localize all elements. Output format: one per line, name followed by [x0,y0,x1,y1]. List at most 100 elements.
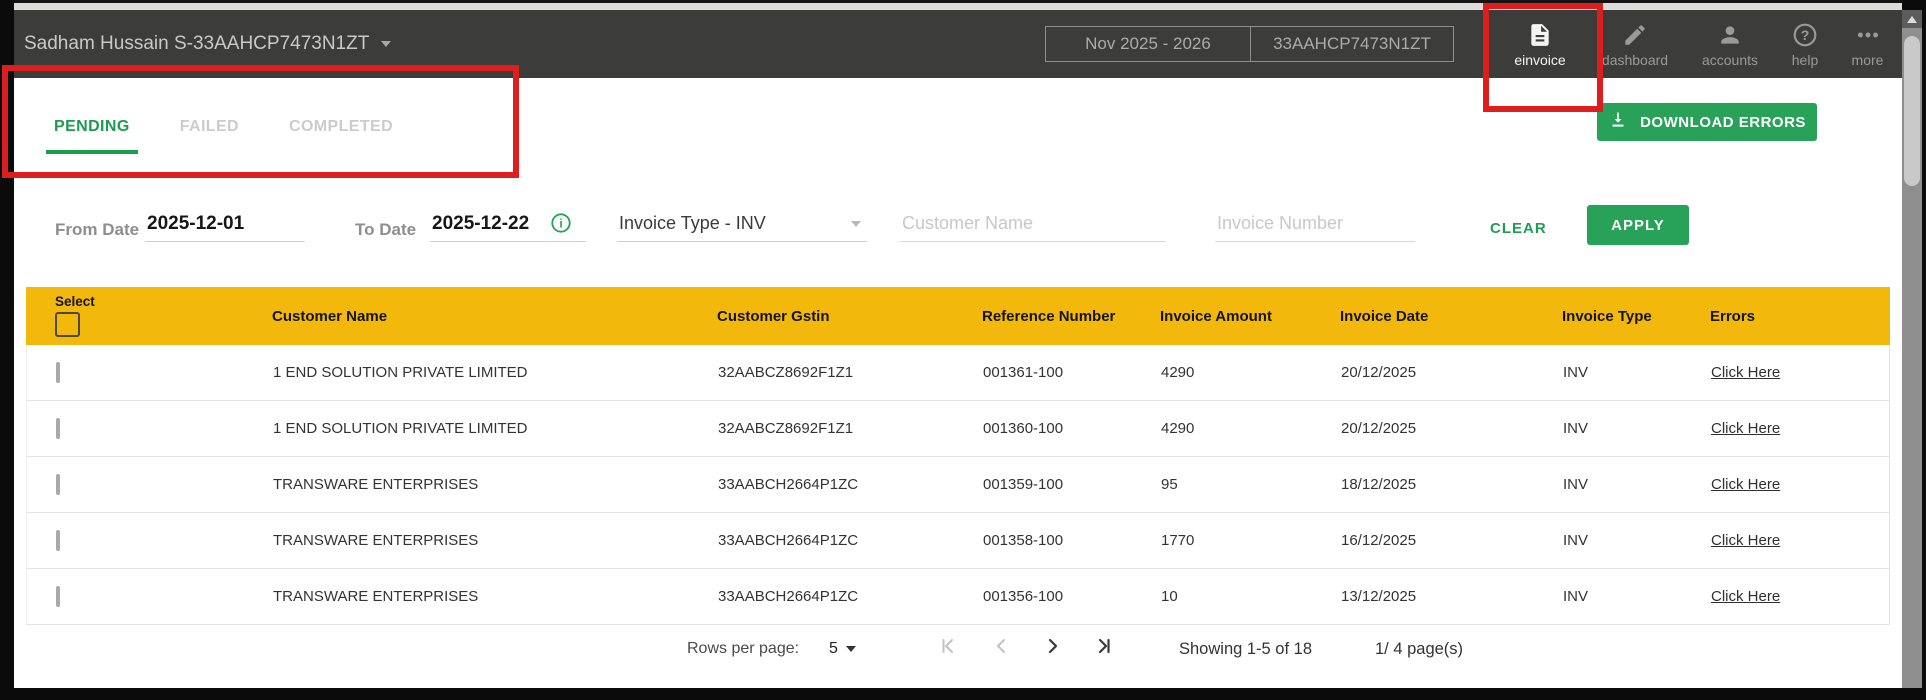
row-checkbox[interactable] [56,586,60,607]
column-header-invoice-type: Invoice Type [1562,307,1652,325]
from-date-input[interactable] [145,206,305,242]
cell-customer-name: TRANSWARE ENTERPRISES [273,588,479,605]
nav-label: dashboard [1601,52,1669,68]
tab-pending[interactable]: PENDING [46,118,138,154]
cell-reference-number: 001361-100 [983,364,1064,381]
chevron-down-icon [381,41,392,47]
first-page-button[interactable] [939,635,961,657]
cell-invoice-amount: 10 [1161,588,1178,605]
scroll-up-icon[interactable] [1902,10,1922,28]
cell-reference-number: 001358-100 [983,532,1064,549]
rows-per-page-value: 5 [829,640,838,657]
table-row: TRANSWARE ENTERPRISES 33AABCH2664P1ZC 00… [27,513,1889,569]
invoice-type-select[interactable]: Invoice Type - INV [617,206,867,242]
nav-label: help [1791,52,1819,68]
nav-item-more[interactable]: more [1835,22,1900,68]
pending-invoices-table: Select Customer Name Customer Gstin Refe… [26,287,1890,625]
nav-item-accounts[interactable]: accounts [1680,22,1780,68]
cell-invoice-amount: 1770 [1161,532,1195,549]
scrollbar-thumb[interactable] [1904,36,1920,186]
question-circle-icon: ? [1792,22,1818,48]
cell-customer-gstin: 32AABCZ8692F1Z1 [718,420,854,437]
errors-click-here-link[interactable]: Click Here [1711,532,1780,549]
from-date-label: From Date [55,220,140,239]
invoice-number-input[interactable] [1215,206,1415,242]
row-checkbox[interactable] [56,362,60,383]
cell-invoice-date: 16/12/2025 [1341,532,1417,549]
page-count-text: 1/ 4 page(s) [1375,640,1464,658]
cell-customer-name: 1 END SOLUTION PRIVATE LIMITED [273,364,528,381]
row-checkbox[interactable] [56,474,60,495]
table-row: TRANSWARE ENTERPRISES 33AABCH2664P1ZC 00… [27,569,1889,625]
previous-page-button[interactable] [991,635,1013,657]
cell-invoice-type: INV [1563,588,1589,605]
chevron-down-icon [851,220,861,227]
select-all-checkbox[interactable] [55,312,80,337]
financial-period[interactable]: Nov 2025 - 2026 [1046,27,1251,61]
org-name: Sadham Hussain S-33AAHCP7473N1ZT [24,33,370,54]
apply-button[interactable]: APPLY [1587,205,1689,245]
customer-name-input[interactable] [900,206,1166,242]
table-row: 1 END SOLUTION PRIVATE LIMITED 32AABCZ86… [27,401,1889,457]
download-errors-button[interactable]: DOWNLOAD ERRORS [1597,103,1817,141]
cell-reference-number: 001356-100 [983,588,1064,605]
rows-per-page-select[interactable]: 5 [829,640,856,658]
cell-reference-number: 001360-100 [983,420,1064,437]
pencil-icon [1622,22,1648,48]
errors-click-here-link[interactable]: Click Here [1711,476,1780,493]
cell-invoice-type: INV [1563,476,1589,493]
chevron-down-icon [845,646,856,652]
svg-text:i: i [559,217,562,231]
org-selector[interactable]: Sadham Hussain S-33AAHCP7473N1ZT [24,10,392,78]
nav-item-help[interactable]: ? help [1775,22,1835,68]
column-header-errors: Errors [1710,307,1756,325]
main-content: PENDING FAILED COMPLETED DOWNLOAD ERRORS… [14,78,1902,688]
table-body: 1 END SOLUTION PRIVATE LIMITED 32AABCZ86… [26,345,1890,625]
next-page-button[interactable] [1042,635,1064,657]
nav-label: more [1851,52,1884,68]
download-icon [1608,110,1628,134]
document-icon [1527,22,1553,48]
ellipsis-icon [1855,22,1881,48]
cell-customer-gstin: 33AABCH2664P1ZC [718,588,859,605]
nav-item-dashboard[interactable]: dashboard [1585,22,1685,68]
errors-click-here-link[interactable]: Click Here [1711,420,1780,437]
person-icon [1717,22,1743,48]
cell-invoice-amount: 4290 [1161,420,1195,437]
row-checkbox[interactable] [56,530,60,551]
clear-button[interactable]: CLEAR [1484,219,1553,238]
period-gstin-box: Nov 2025 - 2026 33AAHCP7473N1ZT [1045,26,1454,62]
nav-item-einvoice[interactable]: einvoice [1495,22,1585,68]
cell-invoice-date: 20/12/2025 [1341,364,1417,381]
select-column-header: Select [26,287,272,345]
info-icon[interactable]: i [550,212,572,234]
errors-click-here-link[interactable]: Click Here [1711,588,1780,605]
header-gstin[interactable]: 33AAHCP7473N1ZT [1251,27,1453,61]
nav-label: accounts [1701,52,1759,68]
table-row: TRANSWARE ENTERPRISES 33AABCH2664P1ZC 00… [27,457,1889,513]
table-row: 1 END SOLUTION PRIVATE LIMITED 32AABCZ86… [27,345,1889,401]
svg-text:?: ? [1801,27,1810,43]
cell-invoice-type: INV [1563,532,1589,549]
cell-invoice-type: INV [1563,420,1589,437]
cell-invoice-amount: 95 [1161,476,1178,493]
cell-customer-name: 1 END SOLUTION PRIVATE LIMITED [273,420,528,437]
last-page-button[interactable] [1093,635,1115,657]
column-header-invoice-amount: Invoice Amount [1160,307,1272,325]
cell-invoice-date: 18/12/2025 [1341,476,1417,493]
cell-customer-gstin: 32AABCZ8692F1Z1 [718,364,854,381]
column-header-reference-number: Reference Number [982,307,1116,325]
errors-click-here-link[interactable]: Click Here [1711,364,1780,381]
tab-failed[interactable]: FAILED [172,118,247,154]
einvoice-app-screen: Sadham Hussain S-33AAHCP7473N1ZT Nov 202… [0,0,1926,700]
app-header: Sadham Hussain S-33AAHCP7473N1ZT Nov 202… [14,10,1902,78]
invoice-type-value: Invoice Type - INV [619,213,766,233]
column-header-customer-gstin: Customer Gstin [717,307,830,325]
cell-customer-name: TRANSWARE ENTERPRISES [273,532,479,549]
tab-completed[interactable]: COMPLETED [281,118,401,154]
row-checkbox[interactable] [56,418,60,439]
cell-invoice-type: INV [1563,364,1589,381]
vertical-scrollbar[interactable] [1902,10,1922,688]
cell-customer-name: TRANSWARE ENTERPRISES [273,476,479,493]
cell-invoice-date: 20/12/2025 [1341,420,1417,437]
